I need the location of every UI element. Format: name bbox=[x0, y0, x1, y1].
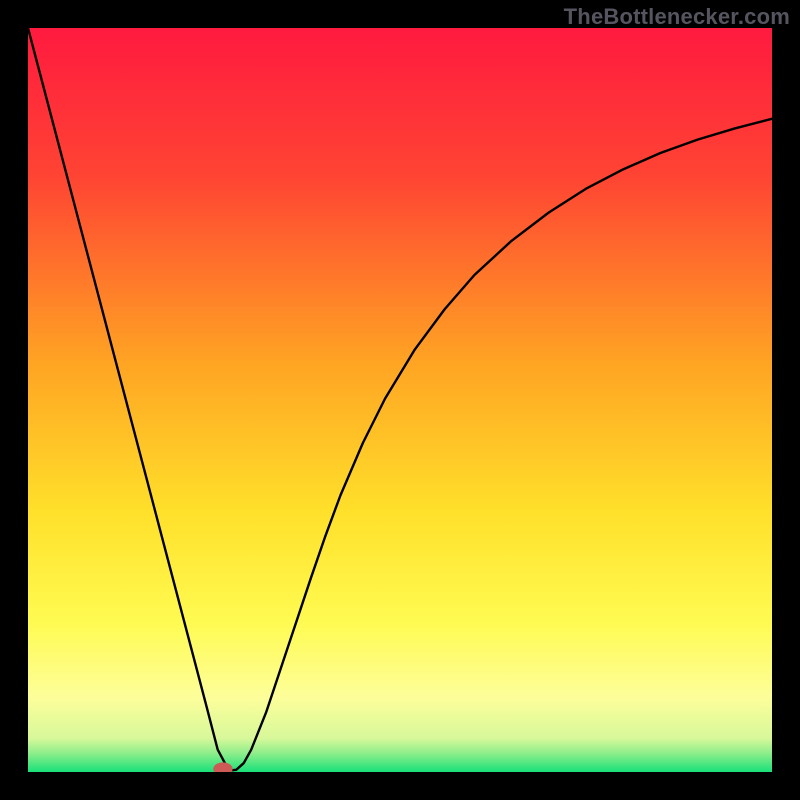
bottleneck-chart bbox=[28, 28, 772, 772]
watermark-text: TheBottlenecker.com bbox=[564, 4, 790, 30]
chart-frame bbox=[28, 28, 772, 772]
chart-background bbox=[28, 28, 772, 772]
